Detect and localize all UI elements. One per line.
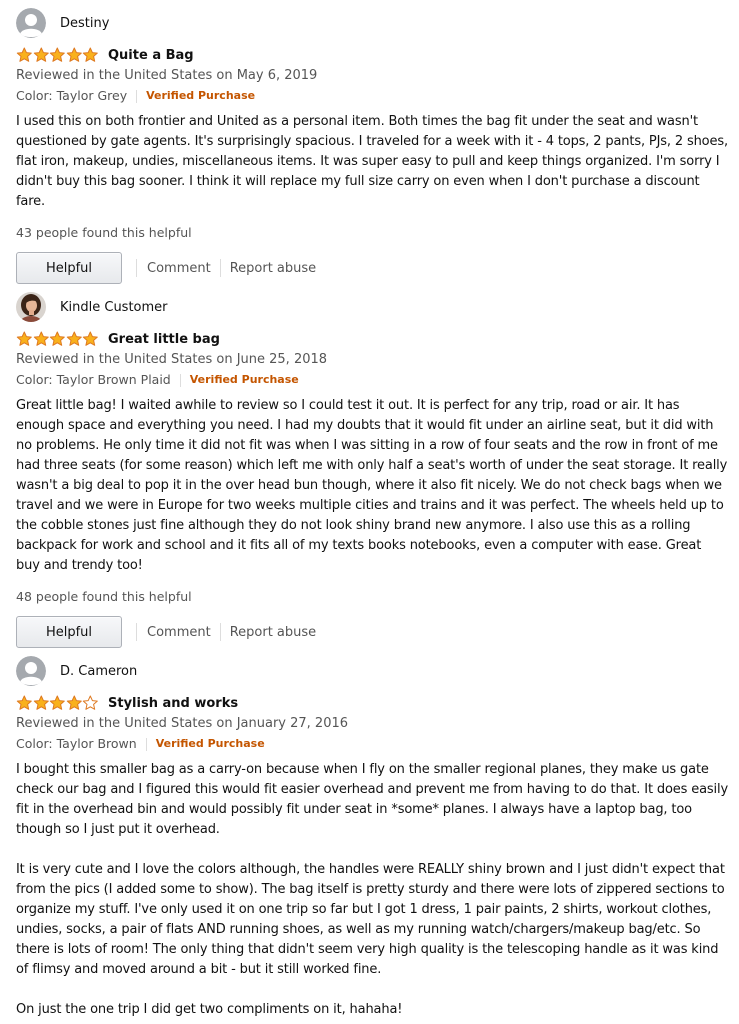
star-filled-icon (83, 47, 99, 62)
review-paragraph: Great little bag! I waited awhile to rev… (16, 398, 728, 573)
star-filled-icon (66, 695, 82, 710)
verified-purchase-badge: Verified Purchase (155, 737, 265, 750)
star-filled-icon (33, 695, 49, 710)
review-date: Reviewed in the United States on June 25… (16, 352, 328, 367)
review-body: Great little bag! I waited awhile to rev… (16, 396, 728, 576)
review-title[interactable]: Great little bag (108, 332, 220, 347)
review-paragraph: I used this on both frontier and United … (16, 114, 728, 209)
default-user-icon (16, 656, 46, 686)
star-rating[interactable] (16, 47, 99, 63)
divider (219, 259, 221, 277)
star-rating[interactable] (16, 331, 99, 347)
avatar[interactable] (16, 656, 46, 686)
star-filled-icon (49, 695, 65, 710)
review-paragraph: On just the one trip I did get two compl… (16, 1002, 403, 1017)
user-photo-icon (16, 292, 46, 322)
star-rating[interactable] (16, 695, 99, 711)
star-filled-icon (16, 47, 32, 62)
review-body: I used this on both frontier and United … (16, 112, 728, 212)
star-filled-icon (66, 331, 82, 346)
verified-purchase-badge: Verified Purchase (146, 89, 256, 102)
review-date: Reviewed in the United States on January… (16, 716, 349, 731)
product-color[interactable]: Color: Taylor Brown (16, 734, 137, 754)
helpful-count: 48 people found this helpful (16, 589, 192, 604)
star-empty-icon (83, 695, 99, 710)
reviewer-profile[interactable]: Destiny (16, 6, 728, 40)
review-date: Reviewed in the United States on May 6, … (16, 68, 318, 83)
helpful-button[interactable]: Helpful (16, 616, 122, 648)
avatar[interactable] (16, 8, 46, 38)
product-color[interactable]: Color: Taylor Brown Plaid (16, 370, 171, 390)
star-filled-icon (33, 47, 49, 62)
product-color[interactable]: Color: Taylor Grey (16, 86, 127, 106)
helpful-button[interactable]: Helpful (16, 252, 122, 284)
report-abuse-link[interactable]: Report abuse (230, 625, 316, 640)
divider (136, 623, 137, 641)
divider (219, 623, 221, 641)
star-filled-icon (16, 331, 32, 346)
star-filled-icon (16, 695, 32, 710)
star-filled-icon (33, 331, 49, 346)
helpful-count: 43 people found this helpful (16, 225, 192, 240)
star-filled-icon (66, 47, 82, 62)
review-card: Kindle Customer Great little bag Reviewe… (16, 290, 728, 648)
review-title[interactable]: Quite a Bag (108, 48, 194, 63)
reviewer-name[interactable]: Kindle Customer (60, 300, 168, 315)
review-body: I bought this smaller bag as a carry-on … (16, 760, 728, 1020)
divider (179, 373, 181, 387)
verified-purchase-badge: Verified Purchase (189, 373, 299, 386)
review-title[interactable]: Stylish and works (108, 696, 238, 711)
report-abuse-link[interactable]: Report abuse (230, 261, 316, 276)
reviewer-profile[interactable]: Kindle Customer (16, 290, 728, 324)
star-filled-icon (49, 47, 65, 62)
star-filled-icon (49, 331, 65, 346)
review-paragraph: I bought this smaller bag as a carry-on … (16, 762, 728, 837)
divider (136, 89, 138, 103)
divider (145, 737, 147, 751)
default-user-icon (16, 8, 46, 38)
comment-link[interactable]: Comment (147, 625, 211, 640)
reviewer-name[interactable]: D. Cameron (60, 664, 137, 679)
avatar[interactable] (16, 292, 46, 322)
star-filled-icon (83, 331, 99, 346)
comment-link[interactable]: Comment (147, 261, 211, 276)
divider (136, 259, 137, 277)
reviewer-name[interactable]: Destiny (60, 16, 109, 31)
reviewer-profile[interactable]: D. Cameron (16, 654, 728, 688)
review-card: Destiny Quite a Bag Reviewed in the Unit… (16, 6, 728, 284)
review-paragraph: It is very cute and I love the colors al… (16, 862, 725, 977)
review-card: D. Cameron Stylish and works Reviewed in… (16, 654, 728, 1020)
